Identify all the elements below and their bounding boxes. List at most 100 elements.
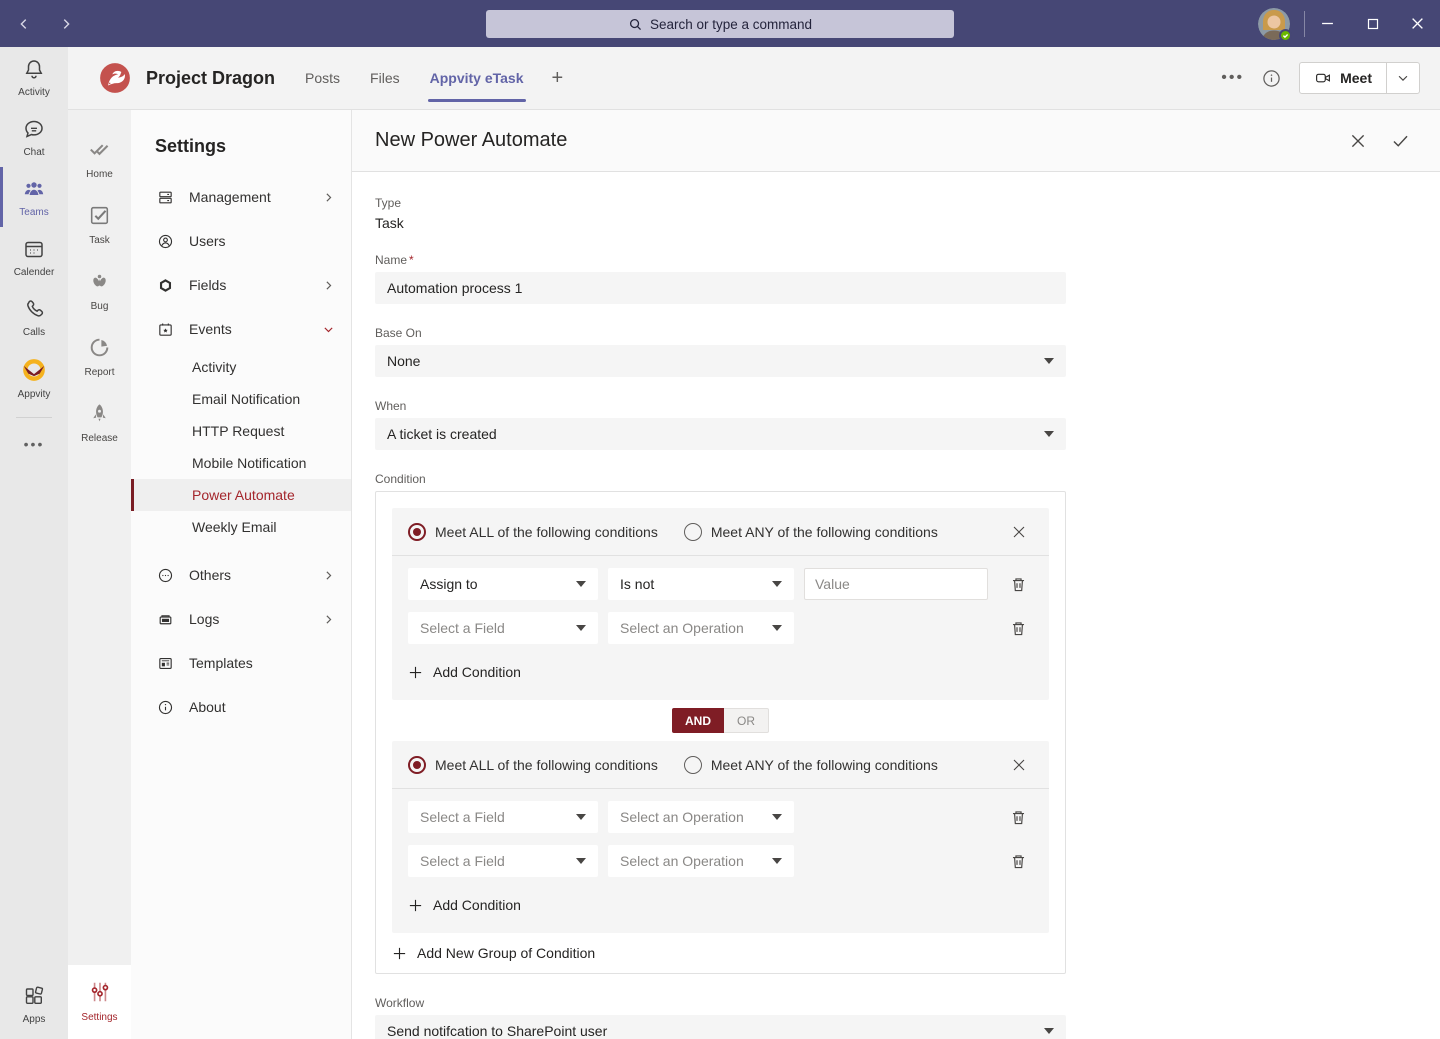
operation-dropdown[interactable]: Select an Operation bbox=[608, 845, 794, 877]
base-on-field: Base On None bbox=[375, 326, 1066, 377]
module-settings[interactable]: Settings bbox=[68, 965, 131, 1039]
add-tab-icon[interactable]: + bbox=[552, 67, 564, 90]
others-icon bbox=[157, 567, 174, 584]
meet-dropdown-button[interactable] bbox=[1387, 63, 1419, 93]
minimize-button[interactable] bbox=[1305, 0, 1350, 47]
rail-divider bbox=[16, 417, 52, 418]
rail-item-activity[interactable]: Activity bbox=[0, 47, 68, 107]
fields-icon bbox=[157, 277, 174, 294]
search-input[interactable]: Search or type a command bbox=[486, 10, 954, 38]
back-icon[interactable] bbox=[16, 16, 32, 32]
management-icon bbox=[157, 189, 174, 206]
dropdown-caret-icon bbox=[576, 814, 586, 820]
nav-about[interactable]: About bbox=[131, 685, 351, 729]
field-dropdown[interactable]: Assign to bbox=[408, 568, 598, 600]
info-icon[interactable] bbox=[1262, 69, 1281, 88]
field-dropdown[interactable]: Select a Field bbox=[408, 612, 598, 644]
add-condition-button[interactable]: Add Condition bbox=[408, 656, 521, 690]
close-window-button[interactable] bbox=[1395, 0, 1440, 47]
more-apps-icon[interactable]: ••• bbox=[0, 426, 68, 462]
nav-templates[interactable]: Templates bbox=[131, 641, 351, 685]
cancel-button[interactable] bbox=[1349, 131, 1367, 150]
nav-events-http-request[interactable]: HTTP Request bbox=[131, 415, 351, 447]
module-task[interactable]: Task bbox=[68, 191, 131, 257]
remove-group-button[interactable] bbox=[1011, 524, 1027, 540]
add-condition-button[interactable]: Add Condition bbox=[408, 889, 521, 923]
delete-condition-button[interactable] bbox=[1010, 620, 1027, 637]
module-home[interactable]: Home bbox=[68, 124, 131, 191]
avatar[interactable] bbox=[1258, 8, 1290, 40]
workflow-dropdown[interactable]: Send notifcation to SharePoint user bbox=[375, 1015, 1066, 1039]
meet-all-radio[interactable]: Meet ALL of the following conditions bbox=[408, 523, 658, 541]
nav-management[interactable]: Management bbox=[131, 175, 351, 219]
delete-condition-button[interactable] bbox=[1010, 576, 1027, 593]
nav-fields[interactable]: Fields bbox=[131, 263, 351, 307]
appvity-logo-icon bbox=[21, 357, 47, 386]
team-name: Project Dragon bbox=[146, 68, 275, 89]
base-on-dropdown[interactable]: None bbox=[375, 345, 1066, 377]
rail-item-appvity[interactable]: Appvity bbox=[0, 347, 68, 409]
nav-events[interactable]: Events bbox=[131, 307, 351, 351]
apps-grid-icon bbox=[22, 984, 46, 1011]
meet-any-radio[interactable]: Meet ANY of the following conditions bbox=[684, 756, 938, 774]
operation-dropdown[interactable]: Select an Operation bbox=[608, 612, 794, 644]
nav-events-mobile-notification[interactable]: Mobile Notification bbox=[131, 447, 351, 479]
radio-unselected-icon bbox=[684, 756, 702, 774]
when-dropdown[interactable]: A ticket is created bbox=[375, 418, 1066, 450]
maximize-button[interactable] bbox=[1350, 0, 1395, 47]
delete-condition-button[interactable] bbox=[1010, 809, 1027, 826]
condition-field: Condition Meet ALL of the following cond… bbox=[375, 472, 1066, 974]
delete-condition-button[interactable] bbox=[1010, 853, 1027, 870]
radio-selected-icon bbox=[408, 523, 426, 541]
presence-available-icon bbox=[1279, 29, 1292, 42]
forward-icon[interactable] bbox=[58, 16, 74, 32]
name-input[interactable] bbox=[375, 272, 1066, 304]
tab-posts[interactable]: Posts bbox=[303, 47, 342, 110]
dropdown-caret-icon bbox=[1044, 1028, 1054, 1034]
condition-row: Select a Field Select an Operation bbox=[408, 801, 1027, 833]
save-button[interactable] bbox=[1391, 131, 1410, 150]
main-header: New Power Automate bbox=[352, 110, 1440, 172]
and-toggle-button[interactable]: AND bbox=[672, 708, 724, 733]
module-bug[interactable]: Bug bbox=[68, 257, 131, 323]
nav-events-email-notification[interactable]: Email Notification bbox=[131, 383, 351, 415]
nav-logs[interactable]: Logs bbox=[131, 597, 351, 641]
more-options-icon[interactable]: ••• bbox=[1221, 69, 1244, 87]
nav-events-weekly-email[interactable]: Weekly Email bbox=[131, 511, 351, 543]
rail-item-chat[interactable]: Chat bbox=[0, 107, 68, 167]
value-input[interactable] bbox=[804, 568, 988, 600]
meet-any-radio[interactable]: Meet ANY of the following conditions bbox=[684, 523, 938, 541]
tab-files[interactable]: Files bbox=[368, 47, 402, 110]
meet-all-radio[interactable]: Meet ALL of the following conditions bbox=[408, 756, 658, 774]
remove-group-button[interactable] bbox=[1011, 757, 1027, 773]
add-group-button[interactable]: Add New Group of Condition bbox=[392, 945, 595, 961]
rail-item-calls[interactable]: Calls bbox=[0, 287, 68, 347]
nav-events-power-automate[interactable]: Power Automate bbox=[131, 479, 351, 511]
name-field: Name* bbox=[375, 253, 1066, 304]
module-release[interactable]: Release bbox=[68, 389, 131, 455]
rail-item-teams[interactable]: Teams bbox=[0, 167, 68, 227]
or-toggle-button[interactable]: OR bbox=[724, 708, 769, 733]
nav-others[interactable]: Others bbox=[131, 553, 351, 597]
settings-title: Settings bbox=[131, 136, 351, 175]
chat-icon bbox=[22, 117, 46, 144]
condition-row: Assign to Is not bbox=[408, 568, 1027, 600]
tab-appvity-etask[interactable]: Appvity eTask bbox=[428, 47, 526, 110]
report-icon bbox=[87, 335, 112, 363]
rail-item-calendar[interactable]: Calender bbox=[0, 227, 68, 287]
dropdown-caret-icon bbox=[1044, 358, 1054, 364]
field-dropdown[interactable]: Select a Field bbox=[408, 801, 598, 833]
history-nav bbox=[0, 16, 74, 32]
operation-dropdown[interactable]: Select an Operation bbox=[608, 801, 794, 833]
teams-icon bbox=[22, 177, 46, 204]
meet-split-button: Meet bbox=[1299, 62, 1420, 94]
operation-dropdown[interactable]: Is not bbox=[608, 568, 794, 600]
condition-row: Select a Field Select an Operation bbox=[408, 845, 1027, 877]
module-report[interactable]: Report bbox=[68, 323, 131, 389]
camera-icon bbox=[1314, 69, 1332, 87]
rail-item-apps[interactable]: Apps bbox=[0, 974, 68, 1039]
nav-events-activity[interactable]: Activity bbox=[131, 351, 351, 383]
meet-button[interactable]: Meet bbox=[1300, 63, 1386, 93]
nav-users[interactable]: Users bbox=[131, 219, 351, 263]
field-dropdown[interactable]: Select a Field bbox=[408, 845, 598, 877]
